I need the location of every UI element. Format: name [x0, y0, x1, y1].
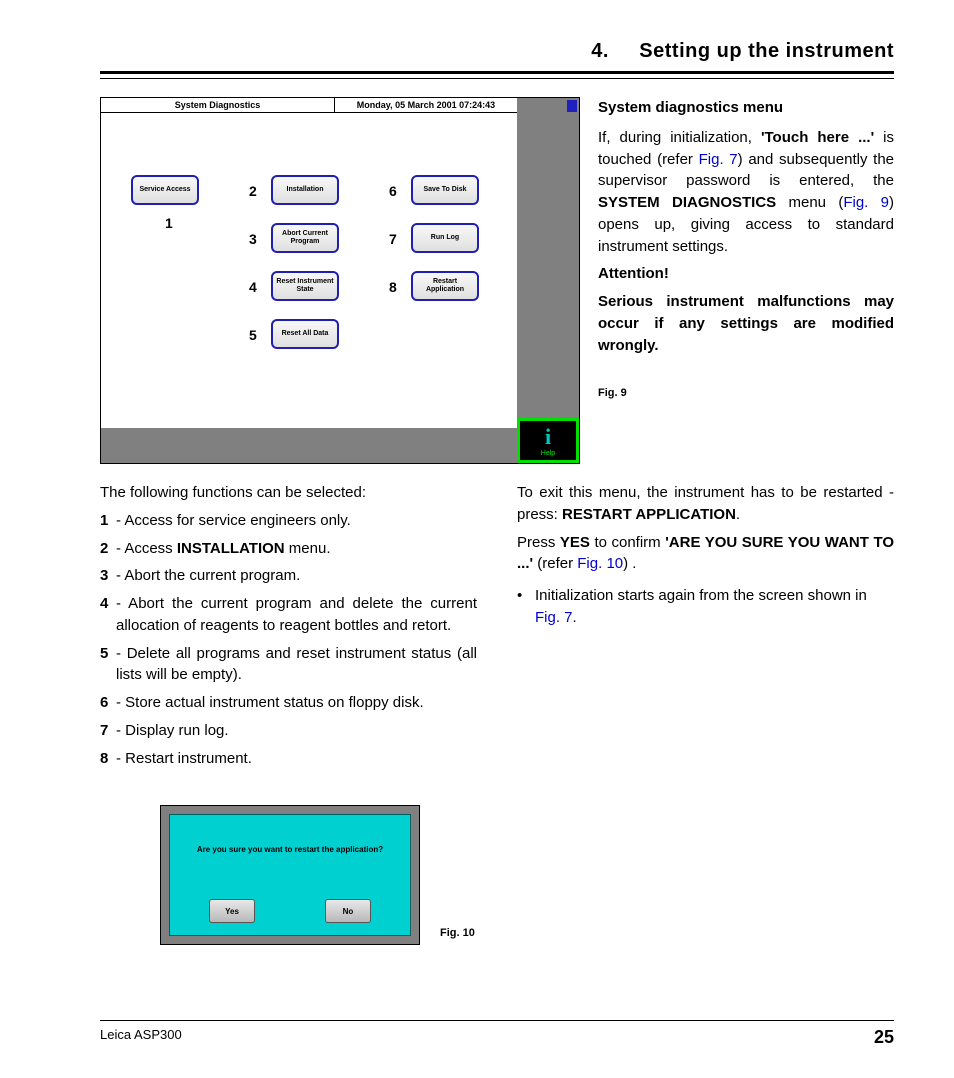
- warning-text: Serious instrument malfunctions may occu…: [598, 293, 894, 354]
- info-icon: i: [545, 424, 551, 450]
- exit-paragraph: To exit this menu, the instrument has to…: [517, 482, 894, 526]
- function-item-2: 2 - Access INSTALLATION menu.: [100, 538, 477, 560]
- function-item-7: 7 - Display run log.: [100, 720, 477, 742]
- confirm-paragraph: Press YES to confirm 'ARE YOU SURE YOU W…: [517, 532, 894, 576]
- figure-10-screenshot: Are you sure you want to restart the app…: [160, 805, 420, 945]
- window-title-bar: System Diagnostics Monday, 05 March 2001…: [101, 98, 517, 113]
- dialog-message: Are you sure you want to restart the app…: [197, 845, 383, 854]
- header-rule: [100, 78, 894, 79]
- window-title: System Diagnostics: [101, 98, 335, 112]
- side-heading: System diagnostics menu: [598, 97, 894, 119]
- section-number: 4.: [591, 40, 609, 62]
- function-item-3: 3 - Abort the current program.: [100, 565, 477, 587]
- reset-all-data-button[interactable]: Reset All Data: [271, 319, 339, 349]
- attention-label: Attention!: [598, 265, 669, 282]
- label-4: 4: [249, 279, 257, 295]
- service-access-button[interactable]: Service Access: [131, 175, 199, 205]
- functions-intro: The following functions can be selected:: [100, 482, 477, 504]
- page-number: 25: [874, 1027, 894, 1048]
- label-8: 8: [389, 279, 397, 295]
- figure-9-screenshot: System Diagnostics Monday, 05 March 2001…: [100, 97, 580, 464]
- label-3: 3: [249, 231, 257, 247]
- section-header: 4. Setting up the instrument: [100, 40, 894, 74]
- save-to-disk-button[interactable]: Save To Disk: [411, 175, 479, 205]
- fig-7-ref: Fig. 7: [699, 151, 738, 168]
- fig-9-ref: Fig. 9: [843, 194, 889, 211]
- fig-10-ref: Fig. 10: [577, 555, 623, 572]
- figure-9-caption: Fig. 9: [598, 386, 894, 402]
- function-item-6: 6 - Store actual instrument status on fl…: [100, 692, 477, 714]
- function-item-4: 4 - Abort the current program and delete…: [100, 593, 477, 637]
- function-item-5: 5 - Delete all programs and reset instru…: [100, 643, 477, 687]
- section-title: Setting up the instrument: [639, 40, 894, 62]
- label-6: 6: [389, 183, 397, 199]
- init-bullet: • Initialization starts again from the s…: [517, 585, 894, 629]
- label-2: 2: [249, 183, 257, 199]
- product-name: Leica ASP300: [100, 1027, 182, 1048]
- restart-application-button[interactable]: Restart Application: [411, 271, 479, 301]
- function-item-8: 8 - Restart instrument.: [100, 748, 477, 770]
- abort-current-program-button[interactable]: Abort Current Program: [271, 223, 339, 253]
- help-button[interactable]: i Help: [517, 418, 579, 463]
- label-1: 1: [165, 215, 173, 231]
- page-footer: Leica ASP300 25: [100, 1020, 894, 1048]
- no-button[interactable]: No: [325, 899, 371, 923]
- label-7: 7: [389, 231, 397, 247]
- label-5: 5: [249, 327, 257, 343]
- reset-instrument-state-button[interactable]: Reset Instrument State: [271, 271, 339, 301]
- figure-10-caption: Fig. 10: [440, 927, 475, 945]
- side-paragraph-1: If, during initialization, 'Touch here .…: [598, 127, 894, 258]
- run-log-button[interactable]: Run Log: [411, 223, 479, 253]
- yes-button[interactable]: Yes: [209, 899, 255, 923]
- status-indicator-icon: [567, 100, 577, 112]
- function-item-1: 1 - Access for service engineers only.: [100, 510, 477, 532]
- window-datetime: Monday, 05 March 2001 07:24:43: [335, 98, 517, 112]
- help-label: Help: [541, 450, 555, 457]
- installation-button[interactable]: Installation: [271, 175, 339, 205]
- fig-7-ref-2: Fig. 7: [535, 609, 573, 626]
